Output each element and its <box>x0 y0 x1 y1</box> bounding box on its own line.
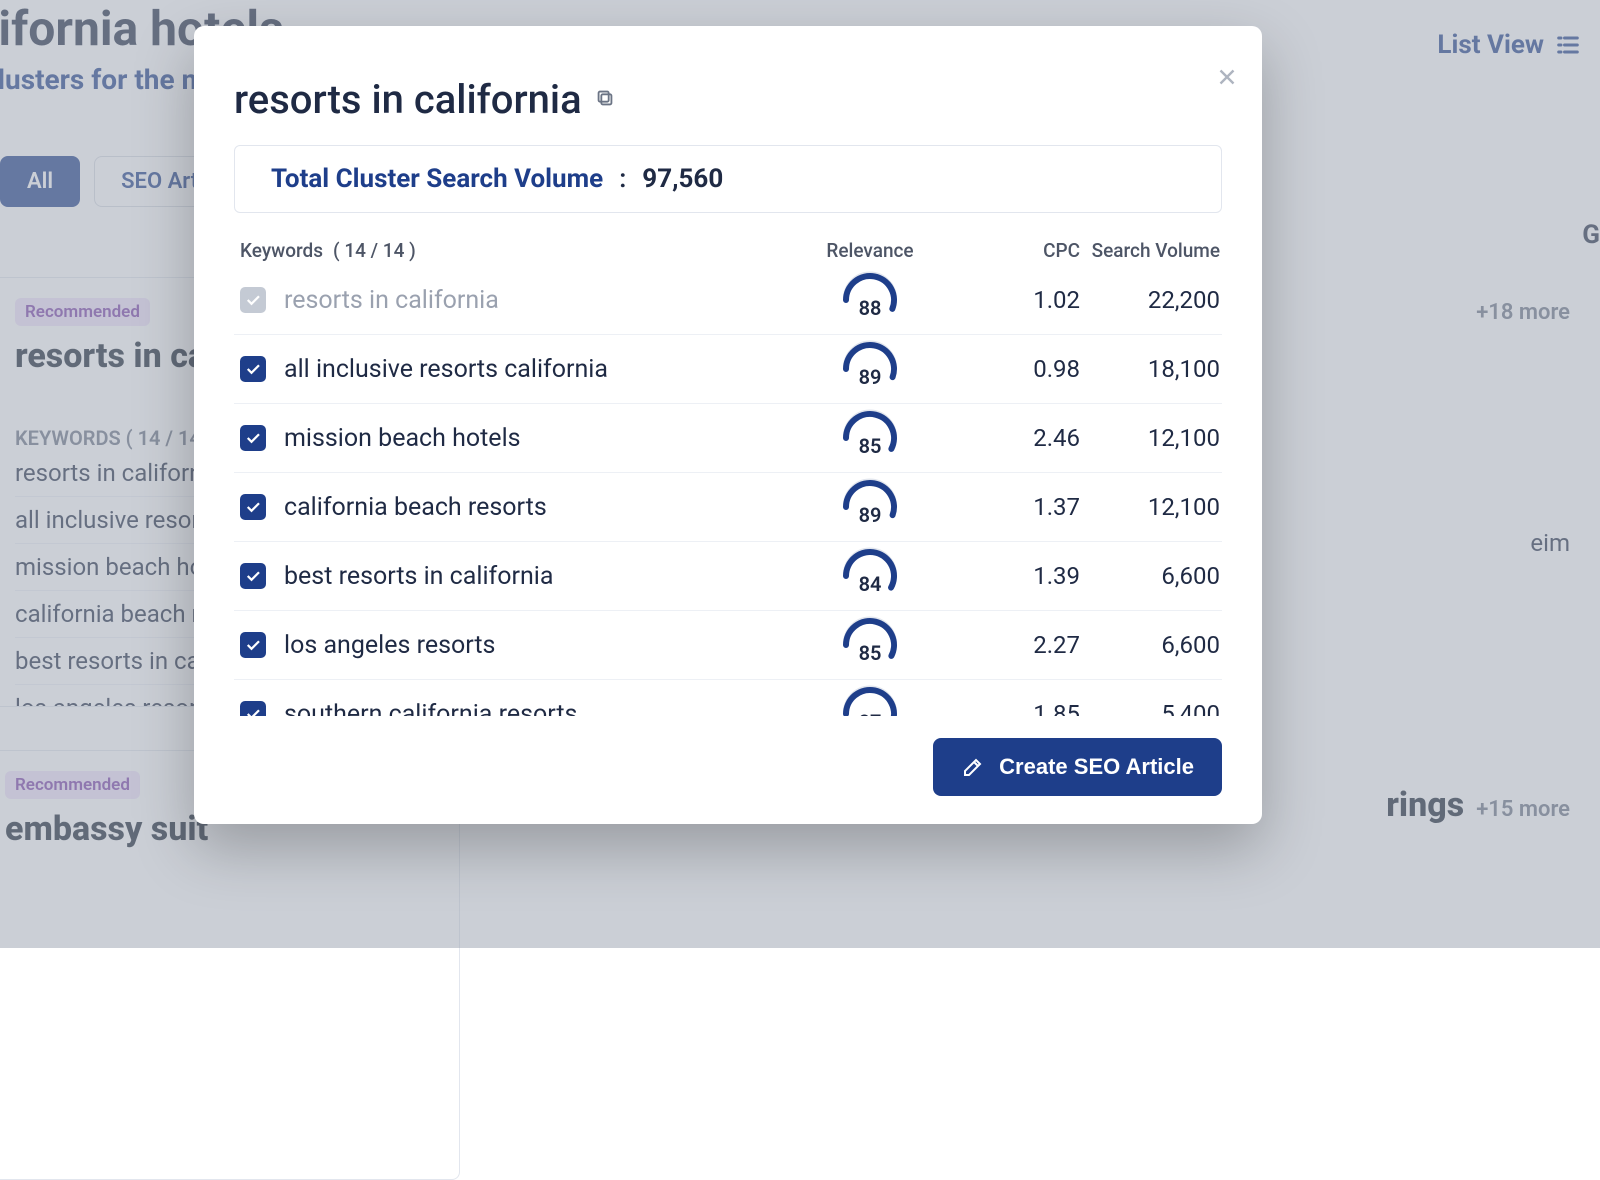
keyword-checkbox[interactable] <box>240 563 266 589</box>
relevance-gauge: 85 <box>840 416 900 460</box>
copy-icon <box>594 87 616 109</box>
relevance-value: 84 <box>840 554 900 598</box>
close-button[interactable] <box>1214 64 1240 94</box>
cpc-value: 0.98 <box>940 355 1080 383</box>
search-volume-value: 6,600 <box>1080 631 1220 659</box>
check-icon <box>244 705 262 716</box>
table-header: Keywords ( 14 / 14 ) Relevance CPC Searc… <box>234 239 1222 266</box>
keyword-text: mission beach hotels <box>284 424 521 453</box>
relevance-gauge: 89 <box>840 347 900 391</box>
keyword-checkbox[interactable] <box>240 425 266 451</box>
relevance-value: 88 <box>840 278 900 322</box>
th-volume: Search Volume <box>1080 239 1220 262</box>
cpc-value: 1.85 <box>940 700 1080 716</box>
search-volume-value: 22,200 <box>1080 286 1220 314</box>
relevance-value: 85 <box>840 416 900 460</box>
relevance-gauge: 84 <box>840 554 900 598</box>
total-volume-box: Total Cluster Search Volume : 97,560 <box>234 145 1222 213</box>
cpc-value: 1.37 <box>940 493 1080 521</box>
relevance-gauge: 87 <box>840 692 900 716</box>
keyword-text: los angeles resorts <box>284 631 495 660</box>
relevance-value: 89 <box>840 347 900 391</box>
keyword-text: southern california resorts <box>284 700 577 717</box>
keyword-checkbox[interactable] <box>240 494 266 520</box>
keyword-text: resorts in california <box>284 286 499 315</box>
check-icon <box>244 360 262 378</box>
table-row: los angeles resorts 85 2.27 6,600 <box>234 611 1222 680</box>
total-volume-value: 97,560 <box>642 164 723 194</box>
search-volume-value: 18,100 <box>1080 355 1220 383</box>
colon: : <box>619 164 626 194</box>
keyword-text: all inclusive resorts california <box>284 355 608 384</box>
cpc-value: 1.39 <box>940 562 1080 590</box>
search-volume-value: 5,400 <box>1080 700 1220 716</box>
keyword-text: california beach resorts <box>284 493 547 522</box>
keyword-table: resorts in california 88 1.02 22,200 all… <box>234 266 1222 716</box>
relevance-value: 87 <box>840 692 900 716</box>
check-icon <box>244 429 262 447</box>
relevance-gauge: 85 <box>840 623 900 667</box>
keyword-checkbox[interactable] <box>240 701 266 716</box>
cta-label: Create SEO Article <box>999 754 1194 780</box>
cpc-value: 2.27 <box>940 631 1080 659</box>
cpc-value: 1.02 <box>940 286 1080 314</box>
keyword-checkbox[interactable] <box>240 632 266 658</box>
total-volume-label: Total Cluster Search Volume <box>271 164 603 194</box>
table-row: resorts in california 88 1.02 22,200 <box>234 266 1222 335</box>
relevance-value: 89 <box>840 485 900 529</box>
relevance-gauge: 89 <box>840 485 900 529</box>
check-icon <box>244 498 262 516</box>
th-cpc: CPC <box>940 239 1080 262</box>
table-row: best resorts in california 84 1.39 6,600 <box>234 542 1222 611</box>
check-icon <box>244 636 262 654</box>
th-keywords: Keywords <box>240 239 323 262</box>
table-row: southern california resorts 87 1.85 5,40… <box>234 680 1222 716</box>
edit-icon <box>961 755 985 779</box>
close-icon <box>1214 64 1240 90</box>
keyword-text: best resorts in california <box>284 562 553 591</box>
copy-button[interactable] <box>594 87 616 113</box>
cluster-modal: resorts in california Total Cluster Sear… <box>194 26 1262 824</box>
check-icon <box>244 291 262 309</box>
table-row: california beach resorts 89 1.37 12,100 <box>234 473 1222 542</box>
modal-title: resorts in california <box>234 76 582 123</box>
table-row: all inclusive resorts california 89 0.98… <box>234 335 1222 404</box>
table-row: mission beach hotels 85 2.46 12,100 <box>234 404 1222 473</box>
create-seo-article-button[interactable]: Create SEO Article <box>933 738 1222 796</box>
th-relevance: Relevance <box>800 239 940 262</box>
cpc-value: 2.46 <box>940 424 1080 452</box>
th-keywords-count: ( 14 / 14 ) <box>333 239 416 262</box>
keyword-checkbox[interactable] <box>240 287 266 313</box>
search-volume-value: 6,600 <box>1080 562 1220 590</box>
keyword-checkbox[interactable] <box>240 356 266 382</box>
relevance-value: 85 <box>840 623 900 667</box>
search-volume-value: 12,100 <box>1080 424 1220 452</box>
check-icon <box>244 567 262 585</box>
search-volume-value: 12,100 <box>1080 493 1220 521</box>
relevance-gauge: 88 <box>840 278 900 322</box>
